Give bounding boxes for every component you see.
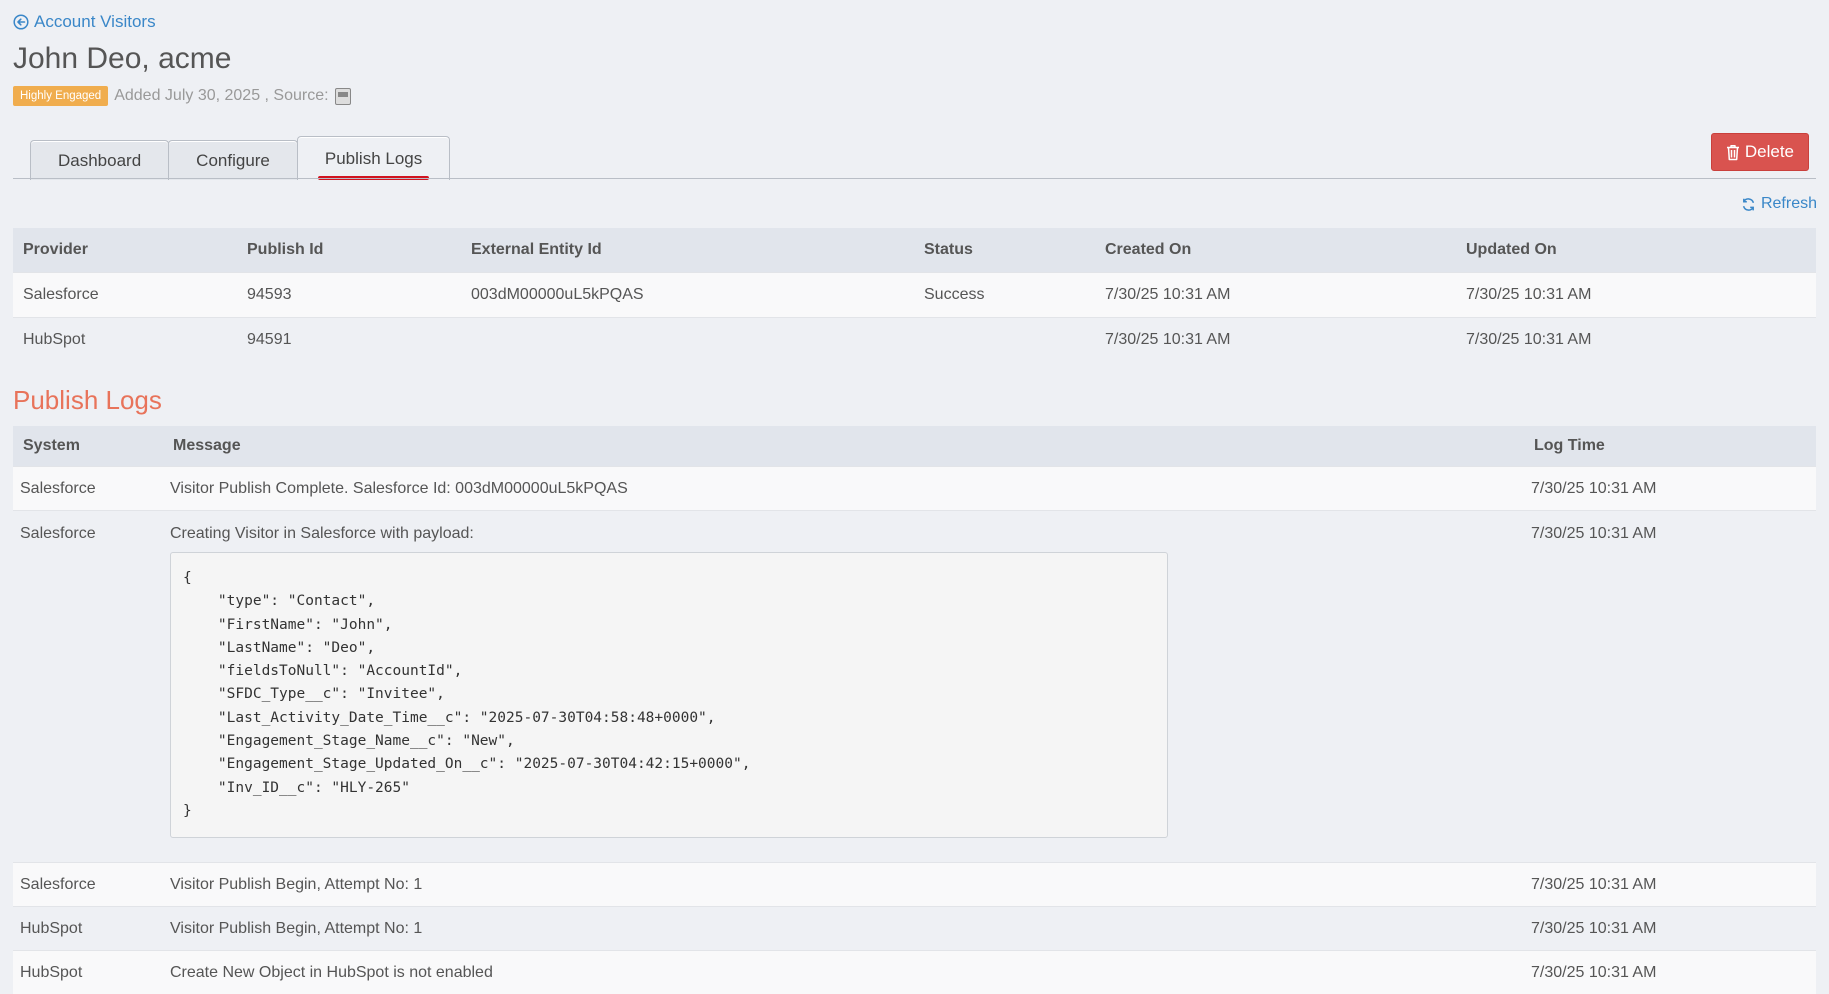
added-info: Added July 30, 2025 , Source: — [114, 87, 329, 104]
table-row: HubSpot Create New Object in HubSpot is … — [13, 950, 1816, 994]
cell-message: Creating Visitor in Salesforce with payl… — [170, 525, 474, 542]
cell-publish-id: 94593 — [237, 272, 461, 318]
cell-provider: Salesforce — [13, 272, 237, 318]
trash-icon — [1726, 144, 1739, 160]
cell-message: Visitor Publish Begin, Attempt No: 1 — [170, 919, 423, 937]
cell-publish-id: 94591 — [237, 317, 461, 362]
cell-system: HubSpot — [20, 919, 83, 937]
cell-message: Visitor Publish Begin, Attempt No: 1 — [170, 875, 423, 893]
cell-created-on: 7/30/25 10:31 AM — [1095, 317, 1456, 362]
cell-log-time: 7/30/25 10:31 AM — [1531, 875, 1657, 893]
engagement-badge: Highly Engaged — [13, 86, 109, 106]
logs-table: System Message Log Time Salesforce Visit… — [13, 426, 1816, 994]
column-header-provider: Provider — [13, 228, 237, 273]
table-row: Salesforce Visitor Publish Complete. Sal… — [13, 466, 1816, 511]
table-row: Salesforce Visitor Publish Begin, Attemp… — [13, 862, 1816, 907]
tab-publish-logs[interactable]: Publish Logs — [296, 136, 451, 180]
refresh-icon — [1742, 197, 1755, 211]
column-header-created-on: Created On — [1095, 228, 1456, 273]
cell-log-time: 7/30/25 10:31 AM — [1531, 479, 1657, 497]
column-header-system: System — [13, 426, 163, 467]
back-link-account-visitors[interactable]: Account Visitors — [13, 12, 156, 32]
publish-table-container: Provider Publish Id External Entity Id S… — [13, 228, 1816, 362]
cell-external-entity-id — [461, 317, 914, 362]
column-header-updated-on: Updated On — [1456, 228, 1816, 273]
logs-table-header: System Message Log Time — [13, 426, 1816, 467]
delete-button[interactable]: Delete — [1710, 133, 1809, 171]
cell-updated-on: 7/30/25 10:31 AM — [1456, 272, 1816, 318]
tab-configure[interactable]: Configure — [168, 140, 298, 180]
refresh-link[interactable]: Refresh — [1741, 195, 1817, 213]
tab-divider — [13, 178, 1816, 179]
page-title: John Deo, acme — [13, 42, 232, 75]
column-header-publish-id: Publish Id — [237, 228, 461, 273]
arrow-circle-left-icon — [13, 14, 29, 30]
cell-status — [914, 317, 1095, 362]
visitor-meta: Highly Engaged Added July 30, 2025 , Sou… — [13, 86, 351, 106]
cell-created-on: 7/30/25 10:31 AM — [1095, 272, 1456, 318]
table-row: Salesforce 94593 003dM00000uL5kPQAS Succ… — [13, 272, 1816, 318]
delete-label: Delete — [1744, 142, 1794, 161]
tab-bar: Dashboard Configure Publish Logs — [30, 136, 451, 180]
back-link-label: Account Visitors — [34, 12, 156, 31]
payload-code-block: { "type": "Contact", "FirstName": "John"… — [170, 552, 1168, 839]
column-header-status: Status — [914, 228, 1095, 273]
table-row: HubSpot Visitor Publish Begin, Attempt N… — [13, 906, 1816, 951]
cell-log-time: 7/30/25 10:31 AM — [1531, 919, 1657, 937]
tab-dashboard[interactable]: Dashboard — [30, 140, 170, 180]
table-row: HubSpot 94591 7/30/25 10:31 AM 7/30/25 1… — [13, 317, 1816, 362]
table-row: Salesforce Creating Visitor in Salesforc… — [13, 509, 1816, 863]
cell-message: Visitor Publish Complete. Salesforce Id:… — [170, 479, 628, 497]
column-header-log-time: Log Time — [1524, 426, 1816, 467]
cell-system: Salesforce — [20, 875, 96, 893]
cell-status: Success — [914, 272, 1095, 318]
cell-log-time: 7/30/25 10:31 AM — [1531, 525, 1657, 542]
cell-message: Create New Object in HubSpot is not enab… — [170, 963, 493, 981]
cell-system: Salesforce — [20, 525, 96, 542]
column-header-message: Message — [163, 426, 1524, 467]
cell-system: HubSpot — [20, 963, 83, 981]
publish-logs-title: Publish Logs — [13, 385, 162, 415]
cell-log-time: 7/30/25 10:31 AM — [1531, 963, 1657, 981]
logs-table-container: System Message Log Time Salesforce Visit… — [13, 426, 1816, 994]
refresh-label: Refresh — [1760, 195, 1817, 212]
cell-updated-on: 7/30/25 10:31 AM — [1456, 317, 1816, 362]
cell-provider: HubSpot — [13, 317, 237, 362]
publish-table-header: Provider Publish Id External Entity Id S… — [13, 228, 1816, 273]
cell-system: Salesforce — [20, 479, 96, 497]
column-header-external-entity-id: External Entity Id — [461, 228, 914, 273]
cell-external-entity-id: 003dM00000uL5kPQAS — [461, 272, 914, 318]
publish-table: Provider Publish Id External Entity Id S… — [13, 228, 1816, 362]
source-icon — [334, 87, 351, 105]
